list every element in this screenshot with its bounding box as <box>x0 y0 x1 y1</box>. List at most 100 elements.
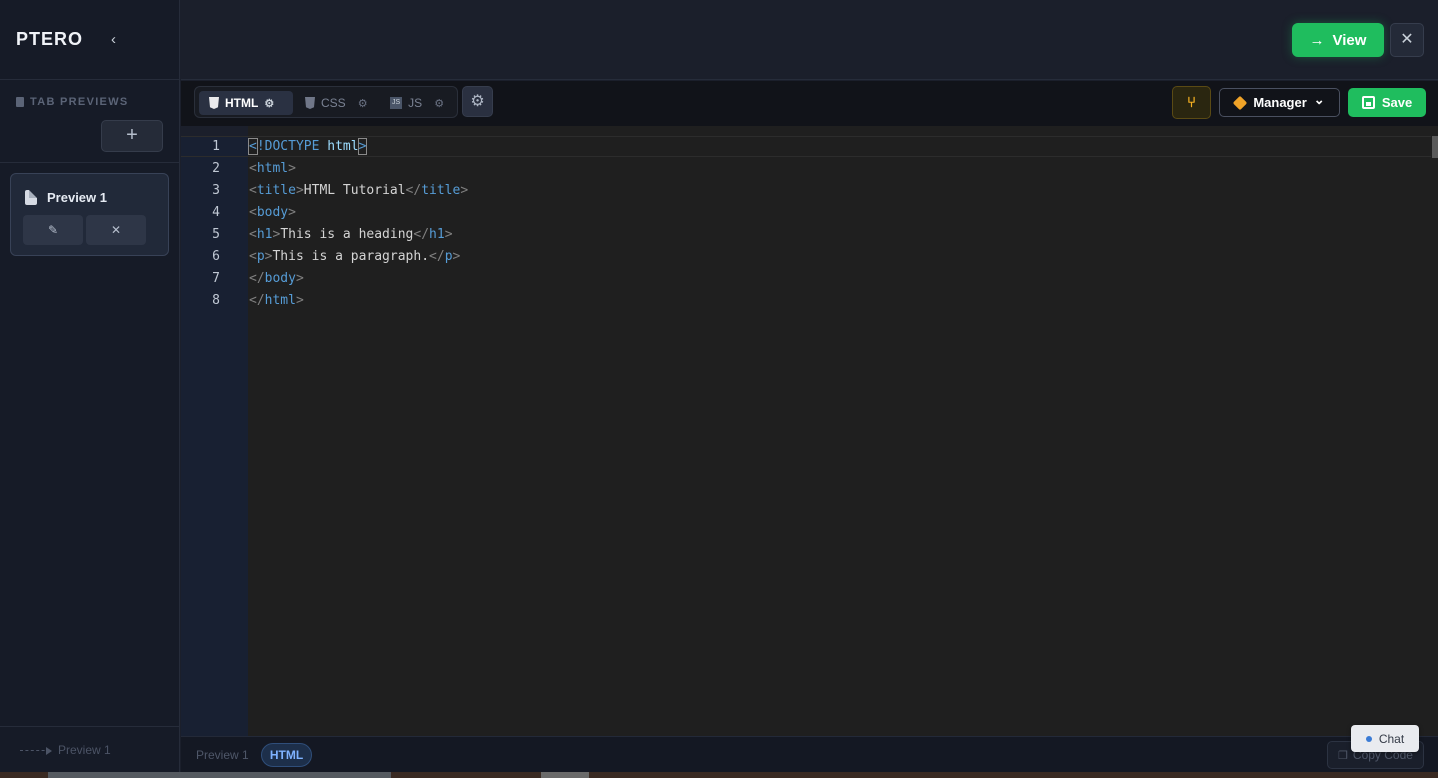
tab-js-label: JS <box>408 96 423 110</box>
code-token: > <box>295 271 304 286</box>
close-button[interactable]: ✕ <box>1390 23 1424 57</box>
chevron-down-icon: ⌄ <box>1313 91 1325 107</box>
code-token: body <box>264 271 296 286</box>
code-line[interactable]: <html> <box>249 161 296 176</box>
chat-label: Chat <box>1378 731 1405 746</box>
tab-css-label: CSS <box>321 96 346 110</box>
code-token: > <box>357 138 368 155</box>
copy-icon: ❐ <box>1338 749 1348 762</box>
active-line-highlight <box>181 136 1431 157</box>
tab-css[interactable]: CSS ⚙ <box>305 91 368 115</box>
dashed-arrow-icon <box>20 746 52 755</box>
status-mode-badge[interactable]: HTML <box>261 743 312 767</box>
code-token: This is a heading <box>280 227 414 242</box>
collapse-sidebar-icon[interactable]: ‹ <box>111 31 116 48</box>
preview-card[interactable]: Preview 1 ✎ ✕ <box>10 173 169 256</box>
code-token: > <box>452 249 461 264</box>
code-token: > <box>460 183 469 198</box>
code-token: > <box>444 227 453 242</box>
code-token: </ <box>249 271 265 286</box>
tab-previews-title: TAB PREVIEWS <box>30 96 129 108</box>
code-token: < <box>248 138 258 155</box>
status-preview-label[interactable]: Preview 1 <box>196 748 249 762</box>
code-token: h1 <box>256 227 273 242</box>
code-line[interactable]: <body> <box>249 205 296 220</box>
gutter-padding <box>181 126 248 136</box>
code-token: h1 <box>429 227 445 242</box>
manager-label: Manager <box>1253 95 1307 110</box>
sidebar: PTERO ‹ TAB PREVIEWS <box>0 0 180 778</box>
settings-gear-icon[interactable]: ⚙ <box>462 86 493 117</box>
html5-icon <box>209 97 219 109</box>
save-button-label: Save <box>1381 95 1413 110</box>
tab-html[interactable]: HTML ⚙ <box>199 91 293 115</box>
code-token: HTML Tutorial <box>303 183 406 198</box>
code-token: title <box>256 183 296 198</box>
git-branch-icon[interactable]: ⑂ <box>1172 86 1211 119</box>
add-preview-button[interactable]: + <box>101 120 163 152</box>
code-token: !DOCTYPE <box>256 139 320 154</box>
code-token: > <box>295 293 304 308</box>
code-token: < <box>249 161 257 176</box>
code-token: < <box>249 227 257 242</box>
view-button-label: View <box>1332 31 1367 49</box>
edit-preview-button[interactable]: ✎ <box>23 215 83 245</box>
css3-icon <box>305 97 315 109</box>
language-tabs: HTML ⚙ CSS ⚙ JS JS ⚙ <box>194 86 458 118</box>
code-token: p <box>444 249 453 264</box>
sidebar-divider <box>0 162 180 163</box>
preview-card-actions: ✎ ✕ <box>23 215 146 245</box>
code-token: html <box>264 293 296 308</box>
code-editor[interactable] <box>181 126 1438 736</box>
view-button[interactable]: → View <box>1292 23 1384 57</box>
save-button[interactable]: Save <box>1348 88 1426 117</box>
delete-preview-button[interactable]: ✕ <box>86 215 146 245</box>
chat-status-dot-icon <box>1365 735 1372 742</box>
code-token: html <box>256 161 289 176</box>
code-token: </ <box>405 183 422 198</box>
preview-card-title: Preview 1 <box>47 190 107 205</box>
js-icon: JS <box>390 97 403 109</box>
sidebar-bottom-divider <box>0 726 180 727</box>
code-token: > <box>288 205 296 220</box>
code-token: </ <box>249 293 265 308</box>
line-number: 4 <box>212 205 220 220</box>
tab-html-gear-icon[interactable]: ⚙ <box>264 97 274 110</box>
line-number: 1 <box>212 139 220 154</box>
file-icon <box>25 190 37 205</box>
code-line[interactable]: </body> <box>249 271 304 286</box>
manager-dropdown[interactable]: Manager ⌄ <box>1219 88 1340 117</box>
sidebar-footer: Preview 1 <box>20 743 111 757</box>
code-token: < <box>249 205 257 220</box>
line-number: 6 <box>212 249 220 264</box>
code-token: </ <box>429 249 445 264</box>
brand-logo: PTERO <box>16 29 84 49</box>
sidebar-footer-label: Preview 1 <box>58 743 111 757</box>
code-line[interactable]: <h1>This is a heading</h1> <box>249 227 453 242</box>
taskbar-segment <box>541 772 589 778</box>
tab-css-gear-icon[interactable]: ⚙ <box>358 97 368 110</box>
package-icon <box>1233 95 1248 110</box>
tab-js-gear-icon[interactable]: ⚙ <box>434 97 444 110</box>
document-icon <box>16 97 24 107</box>
line-number-gutter <box>181 136 248 736</box>
code-line[interactable]: </html> <box>249 293 304 308</box>
line-number: 3 <box>212 183 220 198</box>
os-taskbar-strip <box>0 772 1438 778</box>
code-token: > <box>288 161 296 176</box>
taskbar-segment <box>48 772 391 778</box>
code-token: body <box>256 205 289 220</box>
code-token: html <box>319 139 359 154</box>
code-line[interactable]: <title>HTML Tutorial</title> <box>249 183 468 198</box>
app-root: PTERO ‹ TAB PREVIEWS + Preview 1 ✎ ✕ Pre… <box>0 0 1438 778</box>
code-line[interactable]: <!DOCTYPE html> <box>248 138 368 155</box>
code-token: < <box>249 183 257 198</box>
line-number: 8 <box>212 293 220 308</box>
brand-row: PTERO ‹ <box>0 0 179 80</box>
code-token: p <box>256 249 265 264</box>
code-token: This is a paragraph. <box>272 249 430 264</box>
code-line[interactable]: <p>This is a paragraph.</p> <box>249 249 460 264</box>
chat-button[interactable]: Chat <box>1351 725 1419 752</box>
tab-js[interactable]: JS JS ⚙ <box>390 91 444 115</box>
editor-scrollbar[interactable] <box>1432 136 1438 158</box>
